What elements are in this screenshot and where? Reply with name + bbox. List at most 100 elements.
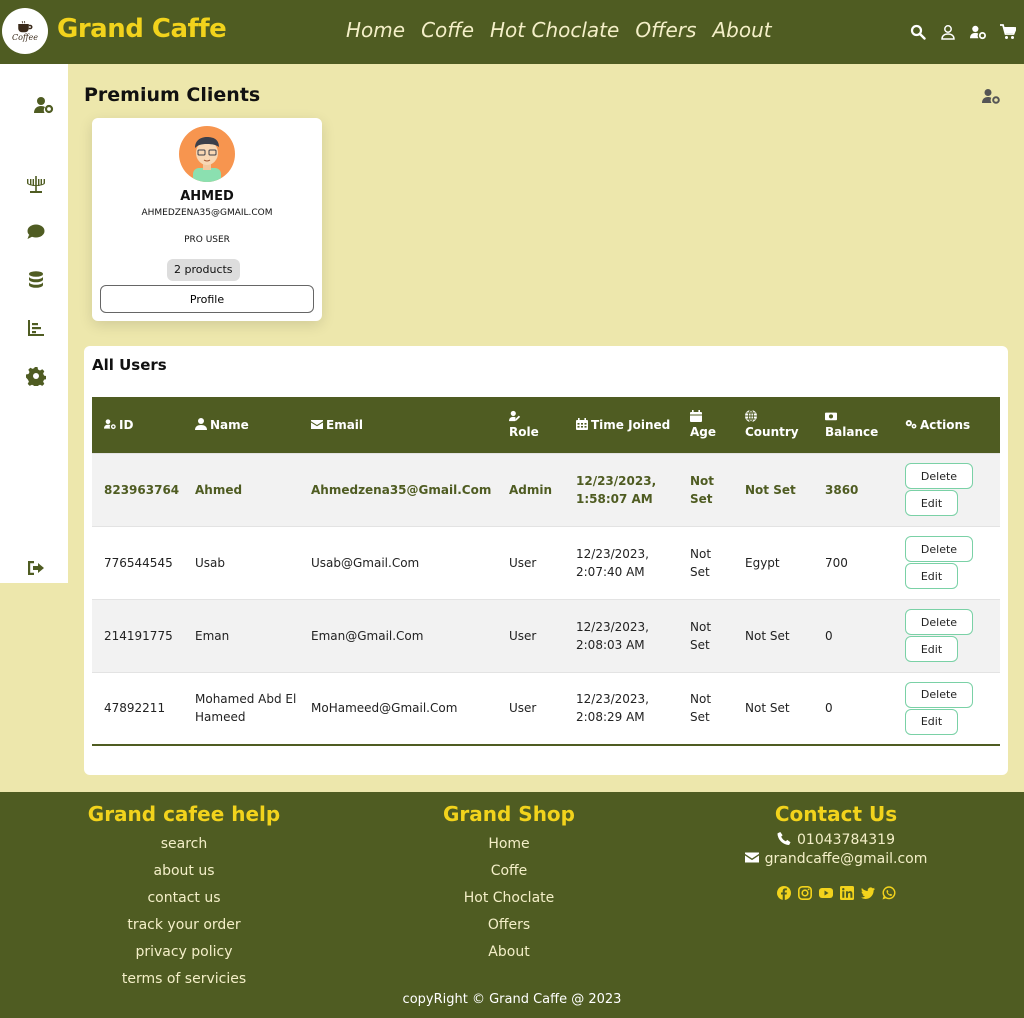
linkedin-icon[interactable] [839, 886, 854, 900]
nav-link-coffe[interactable]: Coffe [421, 18, 474, 42]
footer-email: grandcaffe@gmail.com [726, 850, 946, 869]
sidebar-gear-icon[interactable] [26, 366, 46, 386]
brand-name[interactable]: Grand Caffe [57, 14, 227, 44]
user-icon[interactable] [940, 24, 956, 40]
delete-button[interactable]: Delete [905, 463, 973, 489]
column-header-time-joined[interactable]: Time Joined [564, 397, 678, 453]
cell-country: Not Set [745, 628, 790, 643]
column-header-role[interactable]: Role [497, 397, 564, 453]
column-header-balance[interactable]: Balance [813, 397, 893, 453]
table-row: 47892211 Mohamed Abd El Hameed MoHameed@… [92, 672, 1000, 745]
cell-actions: Delete Edit [893, 453, 1000, 526]
delete-button[interactable]: Delete [905, 609, 973, 635]
sidebar-sign-out-icon[interactable] [26, 558, 46, 578]
youtube-icon[interactable] [818, 886, 833, 900]
column-header-actions[interactable]: Actions [893, 397, 1000, 453]
footer-phone: 01043784319 [726, 831, 946, 850]
nav-icons [910, 24, 1016, 40]
sidebar-chart-bar-icon[interactable] [26, 318, 46, 338]
copyright: copyRight © Grand Caffe @ 2023 [402, 992, 622, 1007]
globe-icon [745, 410, 757, 423]
cell-balance: 0 [825, 701, 833, 716]
client-email: AHMEDZENA35@GMAIL.COM [141, 208, 273, 218]
column-header-age[interactable]: Age [678, 397, 733, 453]
search-icon[interactable] [910, 24, 926, 40]
table-row: 214191775 Eman Eman@Gmail.Com User 12/23… [92, 599, 1000, 672]
user-settings-icon[interactable] [982, 88, 1000, 104]
cell-email: Ahmedzena35@Gmail.Com [311, 482, 492, 497]
cell-actions: Delete Edit [893, 599, 1000, 672]
column-header-name[interactable]: Name [183, 397, 299, 453]
footer-contact-title: Contact Us [774, 802, 898, 826]
footer-link-search[interactable]: search [84, 831, 284, 858]
cell-age: Not Set [690, 473, 715, 506]
cell-balance: 0 [825, 628, 833, 643]
envelope-icon [311, 418, 323, 430]
cell-time-joined: 12/23/2023, 2:08:29 AM [576, 692, 649, 725]
cell-actions: Delete Edit [893, 672, 1000, 745]
sidebar [0, 64, 68, 583]
sidebar-menorah-icon[interactable] [26, 174, 46, 194]
whatsapp-icon[interactable] [881, 886, 896, 900]
cell-name: Mohamed Abd El Hameed [195, 692, 297, 725]
cell-time-joined: 12/23/2023, 2:08:03 AM [576, 619, 649, 652]
client-name: AHMED [180, 189, 234, 204]
logo[interactable]: Coffee [2, 8, 48, 54]
column-header-id[interactable]: ID [92, 397, 183, 453]
cell-name: Eman [195, 628, 230, 643]
nav-link-hot-choclate[interactable]: Hot Choclate [490, 18, 619, 42]
sidebar-user-gear-icon[interactable] [34, 95, 54, 115]
footer-link-track-order[interactable]: track your order [84, 912, 284, 939]
logo-text: Coffee [11, 32, 39, 42]
table-row: 823963764 Ahmed Ahmedzena35@Gmail.Com Ad… [92, 453, 1000, 526]
nav-links: Home Coffe Hot Choclate Offers About [346, 18, 772, 42]
footer-link-offers[interactable]: Offers [424, 912, 594, 939]
premium-client-card: AHMED AHMEDZENA35@GMAIL.COM PRO USER 2 p… [92, 118, 322, 321]
nav-link-home[interactable]: Home [346, 18, 405, 42]
calendar-icon [690, 410, 702, 423]
footer-link-privacy-policy[interactable]: privacy policy [84, 939, 284, 966]
user-gear-icon[interactable] [970, 24, 986, 40]
footer-link-terms[interactable]: terms of servicies [84, 966, 284, 993]
nav-link-about[interactable]: About [712, 18, 771, 42]
cart-icon[interactable] [1000, 24, 1016, 40]
column-header-country[interactable]: Country [733, 397, 813, 453]
footer-link-coffe[interactable]: Coffe [424, 858, 594, 885]
footer-link-hot-choclate[interactable]: Hot Choclate [424, 885, 594, 912]
user-icon [195, 417, 207, 430]
footer-link-contact-us[interactable]: contact us [84, 885, 284, 912]
twitter-icon[interactable] [860, 886, 875, 900]
edit-button[interactable]: Edit [905, 708, 958, 735]
coffee-cup-icon [18, 20, 33, 32]
facebook-icon[interactable] [776, 886, 791, 900]
sidebar-database-icon[interactable] [26, 270, 46, 290]
footer-link-about[interactable]: About [424, 939, 594, 966]
nav-link-offers[interactable]: Offers [635, 18, 696, 42]
footer-link-about-us[interactable]: about us [84, 858, 284, 885]
phone-icon [777, 832, 791, 845]
delete-button[interactable]: Delete [905, 681, 973, 708]
cell-time-joined: 12/23/2023, 1:58:07 AM [576, 473, 657, 506]
instagram-icon[interactable] [797, 886, 812, 900]
edit-button[interactable]: Edit [905, 636, 958, 662]
cell-actions: Delete Edit [893, 526, 1000, 599]
cell-balance: 700 [825, 555, 848, 570]
cell-balance: 3860 [825, 482, 859, 497]
cell-id: 47892211 [104, 701, 166, 716]
cell-role: User [509, 701, 537, 716]
cell-role: Admin [509, 482, 553, 497]
profile-button[interactable]: Profile [100, 285, 314, 313]
delete-button[interactable]: Delete [905, 536, 973, 562]
cell-email: Eman@Gmail.Com [311, 628, 424, 643]
edit-button[interactable]: Edit [905, 563, 958, 589]
footer-shop-column: Grand Shop Home Coffe Hot Choclate Offer… [424, 802, 594, 966]
edit-button[interactable]: Edit [905, 490, 958, 516]
envelope-icon [744, 852, 759, 863]
sidebar-comment-icon[interactable] [26, 222, 46, 242]
cell-id: 776544545 [104, 555, 173, 570]
footer-link-home[interactable]: Home [424, 831, 594, 858]
social-links [726, 886, 946, 900]
footer-help-column: Grand cafee help search about us contact… [84, 802, 284, 993]
column-header-email[interactable]: Email [299, 397, 497, 453]
user-pen-icon [509, 410, 521, 422]
